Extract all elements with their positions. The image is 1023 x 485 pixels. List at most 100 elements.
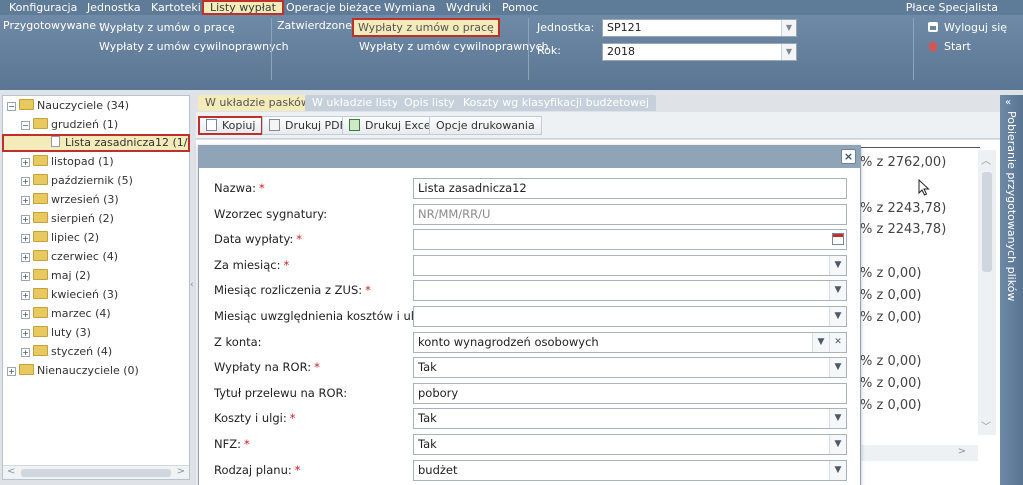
form-field-3[interactable]: ▼ xyxy=(413,255,847,276)
scrollbar-thumb[interactable] xyxy=(982,172,992,272)
print-options-button[interactable]: Opcje drukowania xyxy=(429,116,542,135)
menu-jednostka[interactable]: Jednostka xyxy=(81,0,147,15)
calendar-icon[interactable] xyxy=(832,233,844,245)
expand-icon[interactable]: + xyxy=(21,158,30,167)
chevron-left-icon[interactable]: < xyxy=(7,466,15,477)
chevron-down-icon[interactable]: ﹀ xyxy=(981,418,991,433)
chevron-right-icon[interactable]: > xyxy=(177,466,185,477)
form-label: Tytuł przelewu na ROR: xyxy=(214,386,347,400)
collapse-icon[interactable]: − xyxy=(7,102,16,111)
unit-label: Jednostka: xyxy=(537,21,595,34)
chevron-down-icon[interactable]: ▼ xyxy=(829,307,846,326)
expand-icon[interactable]: + xyxy=(21,177,30,186)
print-excel-button[interactable]: Drukuj Excel xyxy=(342,116,441,135)
prepared-link-umowy-cywilnoprawne[interactable]: Wypłaty z umów cywilnoprawnych xyxy=(99,40,289,53)
expand-icon[interactable]: + xyxy=(7,367,16,376)
tree-node-grudzien[interactable]: − grudzień (1) xyxy=(21,116,118,134)
expand-icon[interactable]: + xyxy=(21,329,30,338)
menu-wydruki[interactable]: Wydruki xyxy=(440,0,497,15)
chevron-right-icon[interactable]: > xyxy=(958,446,966,457)
tab-koszty-wg-klasyfikacji[interactable]: Koszty wg klasyfikacji budżetowej xyxy=(456,95,656,111)
expand-icon[interactable]: + xyxy=(21,291,30,300)
tab-opis-listy[interactable]: Opis listy xyxy=(397,95,462,111)
tree-node-nienauczyciele[interactable]: + Nienauczyciele (0) xyxy=(7,362,139,380)
logout-label: Wyloguj się xyxy=(944,21,1008,34)
form-field-10[interactable]: Tak ▼ xyxy=(413,434,847,455)
form-field-11[interactable]: budżet ▼ xyxy=(413,460,847,481)
print-pdf-button[interactable]: Drukuj PDF xyxy=(262,116,353,135)
chevron-down-icon[interactable]: ▼ xyxy=(829,358,846,377)
tree-node-month[interactable]: + kwiecień (3) xyxy=(21,286,118,304)
form-field-6[interactable]: konto wynagrodzeń osobowych ✕ ▼ xyxy=(413,332,847,353)
tree-node-nauczyciele[interactable]: − Nauczyciele (34) xyxy=(7,97,129,115)
form-field-5[interactable]: ▼ xyxy=(413,306,847,327)
collapse-icon[interactable]: − xyxy=(21,121,30,130)
expand-icon[interactable]: + xyxy=(21,196,30,205)
tree-node-month[interactable]: + sierpień (2) xyxy=(21,210,114,228)
tree-node-lista-zasadnicza12[interactable]: Lista zasadnicza12 (1/12/18) xyxy=(2,134,190,152)
chevron-down-icon[interactable]: ▼ xyxy=(829,281,846,300)
year-select[interactable]: 2018 ▼ xyxy=(602,43,797,61)
tab-w-ukladzie-paskow[interactable]: W układzie pasków xyxy=(198,95,317,111)
menu-operacje-biezace[interactable]: Operacje bieżące xyxy=(280,0,387,15)
expand-icon[interactable]: + xyxy=(21,348,30,357)
chevron-up-icon[interactable]: ︿ xyxy=(981,152,991,167)
tree-horizontal-scrollbar[interactable]: < > xyxy=(3,465,189,479)
expand-icon[interactable]: + xyxy=(21,272,30,281)
tab-w-ukladzie-listy[interactable]: W układzie listy xyxy=(305,95,406,111)
approved-link-umowy-o-prace[interactable]: Wypłaty z umów o pracę xyxy=(352,18,500,37)
tree-node-month[interactable]: + listopad (1) xyxy=(21,153,114,171)
content-vertical-scrollbar[interactable]: ︿ ﹀ xyxy=(978,150,996,435)
form-field-9[interactable]: Tak ▼ xyxy=(413,408,847,429)
expand-icon[interactable]: + xyxy=(21,310,30,319)
start-link[interactable]: Start xyxy=(928,40,971,53)
form-field-1[interactable]: NR/MM/RR/U xyxy=(413,204,847,225)
form-label-text: Data wypłaty: xyxy=(214,232,294,246)
close-icon[interactable]: × xyxy=(841,149,856,164)
form-field-2[interactable] xyxy=(413,229,847,250)
content-horizontal-scrollbar[interactable]: > xyxy=(860,445,978,461)
copy-button[interactable]: Kopiuj xyxy=(198,116,264,135)
required-marker: * xyxy=(259,181,265,195)
chevron-down-icon[interactable]: ▼ xyxy=(829,461,846,480)
expand-panel-icon[interactable]: « xyxy=(1005,97,1011,108)
tree-node-month[interactable]: + październik (5) xyxy=(21,172,133,190)
chevron-left-icon[interactable]: ‹ xyxy=(190,280,194,290)
tree-node-label: czerwiec (4) xyxy=(51,250,119,263)
approved-link-umowy-cywilnoprawne[interactable]: Wypłaty z umów cywilnoprawnych xyxy=(359,40,549,53)
form-field-0[interactable]: Lista zasadnicza12 xyxy=(413,178,847,199)
chevron-down-icon[interactable]: ▼ xyxy=(829,256,846,275)
form-field-8[interactable]: pobory xyxy=(413,383,847,404)
menu-listy-wyplat[interactable]: Listy wypłat xyxy=(202,0,284,15)
chevron-down-icon[interactable]: ▼ xyxy=(812,333,829,352)
tree-node-label: wrzesień (3) xyxy=(51,193,119,206)
menu-kartoteki[interactable]: Kartoteki xyxy=(145,0,207,15)
tree-node-month[interactable]: + czerwiec (4) xyxy=(21,248,118,266)
chevron-down-icon[interactable]: ▼ xyxy=(829,409,846,428)
scrollbar-thumb[interactable] xyxy=(21,469,171,477)
logout-link[interactable]: Wyloguj się xyxy=(928,21,1007,34)
background-value: % z 2243,78) xyxy=(860,201,947,216)
tree-node-label: listopad (1) xyxy=(51,155,114,168)
expand-icon[interactable]: + xyxy=(21,253,30,262)
tree-node-month[interactable]: + wrzesień (3) xyxy=(21,191,119,209)
form-field-7[interactable]: Tak ▼ xyxy=(413,357,847,378)
menu-pomoc[interactable]: Pomoc xyxy=(496,0,544,15)
form-field-4[interactable]: ▼ xyxy=(413,280,847,301)
chevron-down-icon[interactable]: ▼ xyxy=(829,435,846,454)
form-label-text: Nazwa: xyxy=(214,181,257,195)
menu-wymiana[interactable]: Wymiana xyxy=(378,0,441,15)
tree-node-month[interactable]: + maj (2) xyxy=(21,267,91,285)
tree-node-month[interactable]: + lipiec (2) xyxy=(21,229,99,247)
prepared-link-umowy-o-prace[interactable]: Wypłaty z umów o pracę xyxy=(99,21,235,34)
tree-node-month[interactable]: + luty (3) xyxy=(21,324,91,342)
tree-node-month[interactable]: + styczeń (4) xyxy=(21,343,112,361)
unit-select[interactable]: SP121 ▼ xyxy=(602,19,797,37)
expand-icon[interactable]: + xyxy=(21,234,30,243)
form-field-value: NR/MM/RR/U xyxy=(418,207,491,221)
downloads-side-panel[interactable]: « Pobieranie przygotowanych plików xyxy=(1000,95,1023,485)
tree-node-month[interactable]: + marzec (4) xyxy=(21,305,111,323)
expand-icon[interactable]: + xyxy=(21,215,30,224)
menu-konfiguracja[interactable]: Konfiguracja xyxy=(3,0,83,15)
clear-icon[interactable]: ✕ xyxy=(829,333,846,352)
